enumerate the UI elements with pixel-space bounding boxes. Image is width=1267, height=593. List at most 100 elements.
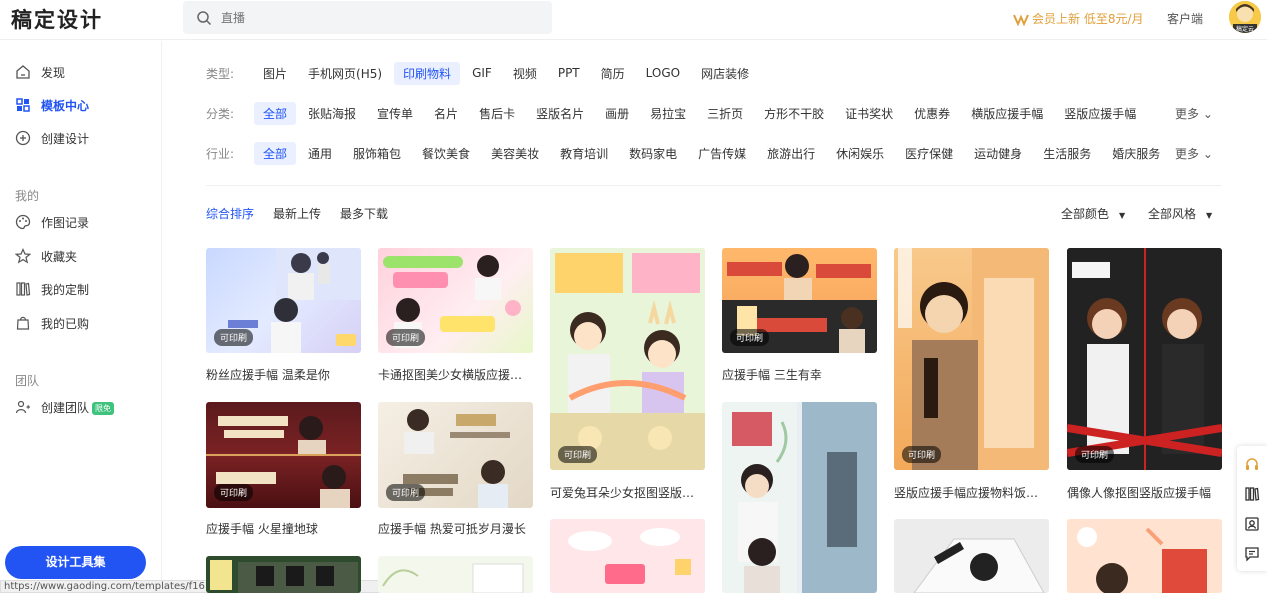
card-title[interactable]: 应援手幅 火星撞地球	[206, 520, 361, 537]
category-chip[interactable]: 张贴海报	[299, 102, 365, 125]
industry-chip[interactable]: 运动健身	[965, 142, 1031, 165]
industry-filter-label: 行业:	[206, 146, 235, 161]
category-more-button[interactable]: 更多 ⌄	[1175, 105, 1213, 122]
industry-chip[interactable]: 婚庆服务	[1103, 142, 1169, 165]
client-download-link[interactable]: 客户端	[1167, 10, 1203, 27]
sort-most-downloads[interactable]: 最多下载	[340, 205, 388, 222]
vip-crown-icon	[1013, 13, 1029, 26]
sidebar-item-templates[interactable]: 模板中心	[0, 91, 162, 119]
category-chip[interactable]: 画册	[596, 102, 638, 125]
book-icon[interactable]	[1244, 486, 1260, 502]
logo[interactable]: 稿定设计	[11, 4, 103, 34]
template-card[interactable]: 可印刷	[206, 402, 361, 508]
industry-chip[interactable]: 数码家电	[620, 142, 686, 165]
card-thumbnail	[550, 248, 705, 470]
type-chip[interactable]: PPT	[549, 63, 589, 83]
message-icon[interactable]	[1244, 546, 1260, 562]
template-card[interactable]: 可印刷	[894, 248, 1049, 470]
industry-more-button[interactable]: 更多 ⌄	[1175, 145, 1213, 162]
category-chip-active[interactable]: 全部	[254, 101, 297, 125]
category-chip[interactable]: 名片	[425, 102, 467, 125]
template-card[interactable]	[722, 402, 877, 593]
sort-newest[interactable]: 最新上传	[273, 205, 321, 222]
type-chip-active[interactable]: 印刷物料	[394, 61, 461, 85]
category-chip[interactable]: 易拉宝	[641, 102, 695, 125]
industry-chip[interactable]: 餐饮美食	[413, 142, 479, 165]
industry-chip[interactable]: 服饰箱包	[344, 142, 410, 165]
style-filter-dropdown[interactable]: 全部风格 ▼	[1148, 205, 1212, 222]
sidebar-item-discover[interactable]: 发现	[0, 58, 162, 86]
industry-chip[interactable]: 生活服务	[1034, 142, 1100, 165]
avatar-image: 稿定云	[1229, 1, 1261, 33]
avatar[interactable]: 稿定云	[1229, 1, 1261, 33]
industry-chip[interactable]: 旅游出行	[758, 142, 824, 165]
sidebar-item-history[interactable]: 作图记录	[0, 208, 162, 236]
category-chip[interactable]: 方形不干胶	[755, 102, 833, 125]
type-filter-row: 类型: 图片 手机网页(H5) 印刷物料 GIF 视频 PPT 简历 LOGO …	[206, 61, 761, 85]
type-chip[interactable]: 简历	[592, 62, 634, 85]
sidebar-item-create-team[interactable]: 创建团队 限免	[0, 393, 162, 421]
book-icon	[16, 282, 31, 296]
type-chip[interactable]: 图片	[254, 62, 296, 85]
card-thumbnail	[382, 563, 524, 593]
search-input[interactable]	[221, 6, 541, 29]
industry-chip[interactable]: 广告传媒	[689, 142, 755, 165]
card-title[interactable]: 偶像人像抠图竖版应援手幅	[1067, 484, 1222, 501]
category-chip[interactable]: 宣传单	[368, 102, 422, 125]
sidebar-item-custom[interactable]: 我的定制	[0, 275, 162, 303]
free-badge: 限免	[92, 402, 115, 415]
sort-comprehensive[interactable]: 综合排序	[206, 205, 254, 222]
printable-tag: 可印刷	[1075, 446, 1115, 463]
template-card[interactable]	[378, 556, 533, 593]
template-card[interactable]: 可印刷	[722, 248, 877, 353]
industry-chip[interactable]: 医疗保健	[896, 142, 962, 165]
template-card[interactable]: 可印刷	[378, 248, 533, 353]
template-card[interactable]: 可印刷	[550, 248, 705, 470]
category-chip[interactable]: 售后卡	[470, 102, 524, 125]
type-chip[interactable]: LOGO	[637, 63, 689, 83]
card-title[interactable]: 竖版应援手幅应援物料饭圈...	[894, 484, 1049, 501]
type-chip[interactable]: 手机网页(H5)	[299, 62, 391, 85]
sidebar-item-label: 收藏夹	[41, 250, 78, 264]
industry-chip-active[interactable]: 全部	[254, 141, 297, 165]
sidebar-item-create[interactable]: 创建设计	[0, 124, 162, 152]
card-thumbnail	[722, 402, 877, 593]
card-title[interactable]: 应援手幅 热爱可抵岁月漫长	[378, 520, 533, 537]
vip-promo-link[interactable]: 会员上新 低至8元/月	[1013, 10, 1144, 27]
category-chip[interactable]: 竖版名片	[527, 102, 593, 125]
type-chip[interactable]: 视频	[504, 62, 546, 85]
card-title[interactable]: 卡通抠图美少女横版应援手幅	[378, 366, 533, 383]
template-card[interactable]: 可印刷	[206, 248, 361, 353]
industry-chip[interactable]: 休闲娱乐	[827, 142, 893, 165]
industry-chip[interactable]: 通用	[299, 142, 341, 165]
industry-chip[interactable]: 教育培训	[551, 142, 617, 165]
card-title[interactable]: 应援手幅 三生有幸	[722, 366, 877, 383]
type-chip[interactable]: GIF	[463, 63, 501, 83]
industry-chip[interactable]: 美容美妆	[482, 142, 548, 165]
search-box[interactable]	[183, 1, 552, 34]
template-card[interactable]	[206, 556, 361, 593]
category-chip[interactable]: 证书奖状	[836, 102, 902, 125]
sidebar-item-purchased[interactable]: 我的已购	[0, 309, 162, 337]
sidebar-item-favorites[interactable]: 收藏夹	[0, 242, 162, 270]
card-title[interactable]: 可爱兔耳朵少女抠图竖版应...	[550, 484, 705, 501]
plus-circle-icon	[15, 130, 31, 146]
type-chip[interactable]: 网店装修	[692, 62, 758, 85]
template-card[interactable]	[894, 519, 1049, 593]
card-title[interactable]: 粉丝应援手幅 温柔是你	[206, 366, 361, 383]
template-card[interactable]: 可印刷	[1067, 248, 1222, 470]
category-chip[interactable]: 三折页	[698, 102, 752, 125]
template-card[interactable]: 可印刷	[378, 402, 533, 508]
headset-icon[interactable]	[1244, 456, 1260, 472]
template-card[interactable]	[550, 519, 705, 593]
color-filter-dropdown[interactable]: 全部颜色 ▼	[1061, 205, 1125, 222]
category-chip[interactable]: 优惠券	[905, 102, 959, 125]
grid-icon	[16, 98, 30, 112]
design-tools-button[interactable]: 设计工具集	[5, 546, 146, 579]
template-card[interactable]	[1067, 519, 1222, 593]
palette-icon	[15, 214, 31, 230]
category-chip[interactable]: 横版应援手幅	[962, 102, 1052, 125]
category-chip[interactable]: 竖版应援手幅	[1055, 102, 1145, 125]
color-filter-label: 全部颜色	[1061, 207, 1110, 221]
user-card-icon[interactable]	[1244, 516, 1260, 532]
